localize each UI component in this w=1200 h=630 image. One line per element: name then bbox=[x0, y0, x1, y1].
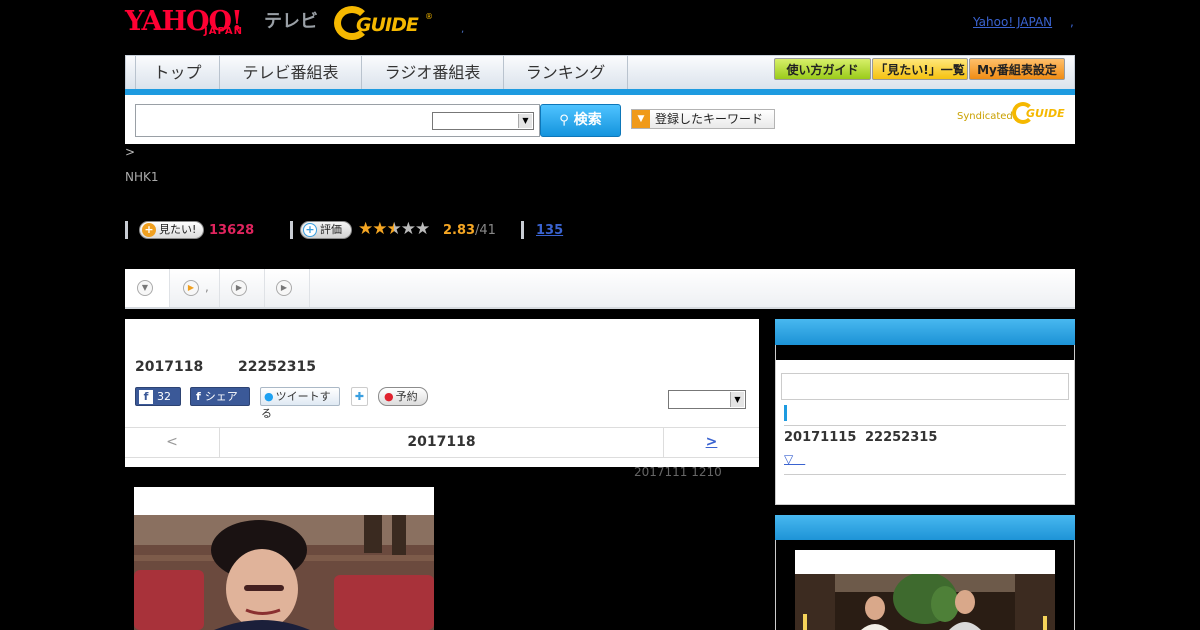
header-separator: , bbox=[461, 24, 465, 35]
sidebar-header-1 bbox=[775, 319, 1075, 345]
sidebar-divider bbox=[784, 425, 1066, 426]
stat-divider bbox=[125, 221, 128, 239]
how-to-guide-button[interactable]: 使い方ガイド bbox=[774, 58, 871, 80]
star-empty-icon: ★ bbox=[415, 219, 430, 239]
sidebar-air-date: 20171115 bbox=[784, 430, 857, 445]
nav-tab-top-label: トップ bbox=[153, 63, 202, 82]
facebook-like-count: 32 bbox=[157, 390, 171, 403]
facebook-share-label: シェア bbox=[204, 390, 238, 403]
sidebar-panel-1-title-bar bbox=[776, 345, 1074, 360]
facebook-icon: f bbox=[196, 390, 201, 403]
plus-icon: + bbox=[142, 223, 156, 237]
star-half-icon: ★ bbox=[386, 219, 402, 239]
sub-tab-separator: , bbox=[205, 280, 209, 294]
sidebar-image[interactable] bbox=[795, 574, 1055, 630]
stat-divider bbox=[521, 221, 524, 239]
want-list-button[interactable]: 「見たい!」一覧 bbox=[872, 58, 968, 80]
play-icon: ▶ bbox=[183, 280, 199, 296]
current-date: 2017118 bbox=[407, 434, 476, 450]
facebook-share-button[interactable]: f シェア bbox=[190, 387, 250, 406]
star-icon: ★ bbox=[358, 219, 373, 239]
rating-value: 2.83 bbox=[443, 223, 476, 238]
yahoo-logo-japan: JAPAN bbox=[204, 26, 243, 37]
breadcrumb[interactable]: > bbox=[125, 145, 135, 159]
search-button-label: 検索 bbox=[573, 112, 602, 128]
bookmark-add-icon[interactable]: ✚ bbox=[351, 387, 368, 406]
rate-button[interactable]: + 評価 bbox=[300, 221, 352, 239]
star-empty-icon: ★ bbox=[400, 219, 416, 239]
want-to-watch-button[interactable]: + 見たい! bbox=[139, 221, 204, 239]
gguide-logo-text: GUIDE bbox=[356, 14, 419, 36]
play-icon: ▶ bbox=[276, 280, 292, 296]
triangle-down-icon: ▼ bbox=[632, 110, 650, 128]
sidebar-more-link[interactable]: ▽ bbox=[784, 450, 805, 467]
sub-tab-4[interactable]: ▶ bbox=[265, 269, 310, 307]
gguide-registered-mark: ® bbox=[425, 12, 433, 21]
twitter-bird-icon: ● bbox=[264, 390, 274, 403]
plus-icon: + bbox=[303, 223, 317, 237]
nav-left-edge bbox=[126, 56, 136, 90]
search-icon: ⚲ bbox=[559, 113, 569, 128]
nav-tab-tv-listings[interactable]: テレビ番組表 bbox=[220, 56, 362, 90]
want-to-watch-label: 見たい! bbox=[159, 223, 197, 236]
nav-tab-ranking[interactable]: ランキング bbox=[504, 56, 628, 90]
main-nav: トップ テレビ番組表 ラジオ番組表 ランキング 使い方ガイド 「見たい!」一覧 … bbox=[125, 55, 1075, 90]
program-image-art bbox=[134, 515, 434, 630]
sub-tabs: ▼ ▶ ▶ ▶ bbox=[125, 269, 1075, 309]
nav-tab-radio-listings-label: ラジオ番組表 bbox=[384, 63, 481, 82]
sub-tab-3[interactable]: ▶ bbox=[220, 269, 265, 307]
sidebar-section-marker bbox=[784, 405, 787, 421]
program-image bbox=[134, 515, 434, 630]
search-button[interactable]: ⚲ 検索 bbox=[540, 104, 621, 137]
facebook-icon: f bbox=[139, 390, 153, 404]
sidebar-header-2 bbox=[775, 515, 1075, 541]
play-icon: ▶ bbox=[231, 280, 247, 296]
sidebar-air-time: 22252315 bbox=[865, 430, 938, 445]
reserve-button[interactable]: ● 予約 bbox=[378, 387, 428, 406]
registered-keywords-label: 登録したキーワード bbox=[655, 112, 764, 126]
sidebar-divider bbox=[784, 474, 1066, 475]
yahoo-japan-link-suffix: , bbox=[1070, 15, 1074, 29]
registered-keywords-button[interactable]: ▼ 登録したキーワード bbox=[631, 109, 775, 129]
air-time: 22252315 bbox=[238, 359, 316, 375]
nav-tab-tv-listings-label: テレビ番組表 bbox=[242, 63, 339, 82]
update-timestamp: 2017111 1210 bbox=[634, 465, 722, 479]
reserve-label: 予約 bbox=[395, 390, 418, 403]
channel-name: NHK1 bbox=[125, 170, 159, 184]
my-listings-settings-button[interactable]: My番組表設定 bbox=[969, 58, 1065, 80]
star-icon: ★ bbox=[372, 219, 387, 239]
tweet-button[interactable]: ● ツイートする bbox=[260, 387, 340, 420]
sub-tab-2[interactable]: ▶ bbox=[170, 269, 220, 307]
syndicated-gguide-text: GUIDE bbox=[1026, 107, 1065, 120]
review-count-link[interactable]: 135 bbox=[536, 223, 563, 238]
air-date: 2017118 bbox=[135, 359, 204, 375]
stat-divider bbox=[290, 221, 293, 239]
sidebar-image-art bbox=[795, 574, 1055, 630]
rating-count: /41 bbox=[475, 223, 496, 238]
program-select[interactable]: ▼ bbox=[668, 390, 746, 409]
nav-tab-top[interactable]: トップ bbox=[136, 56, 220, 90]
nav-tab-ranking-label: ランキング bbox=[525, 63, 606, 82]
facebook-like-button[interactable]: f 32 bbox=[135, 387, 181, 406]
want-count: 13628 bbox=[209, 223, 255, 238]
record-dot-icon: ● bbox=[384, 390, 394, 403]
sub-tab-info[interactable]: ▼ bbox=[125, 269, 170, 307]
syndicated-label: Syndicated bbox=[957, 111, 1013, 122]
rating-stars: ★★★★★ bbox=[358, 219, 430, 239]
chevron-down-icon: ▼ bbox=[518, 114, 532, 128]
chevron-down-icon: ▼ bbox=[137, 280, 153, 296]
search-scope-select[interactable]: ▼ bbox=[432, 112, 534, 130]
rate-button-label: 評価 bbox=[320, 223, 342, 236]
nav-tab-radio-listings[interactable]: ラジオ番組表 bbox=[362, 56, 504, 90]
chevron-down-icon: ▼ bbox=[730, 392, 744, 407]
next-date-button[interactable]: > bbox=[663, 428, 759, 457]
page: YAHOO! JAPAN テレビ GUIDE ® , Yahoo! JAPAN … bbox=[0, 0, 1200, 630]
previous-date-button[interactable]: < bbox=[125, 428, 220, 457]
sidebar-input[interactable] bbox=[781, 373, 1069, 400]
yahoo-japan-link[interactable]: Yahoo! JAPAN bbox=[973, 15, 1052, 29]
tv-logo-text[interactable]: テレビ bbox=[264, 7, 318, 33]
